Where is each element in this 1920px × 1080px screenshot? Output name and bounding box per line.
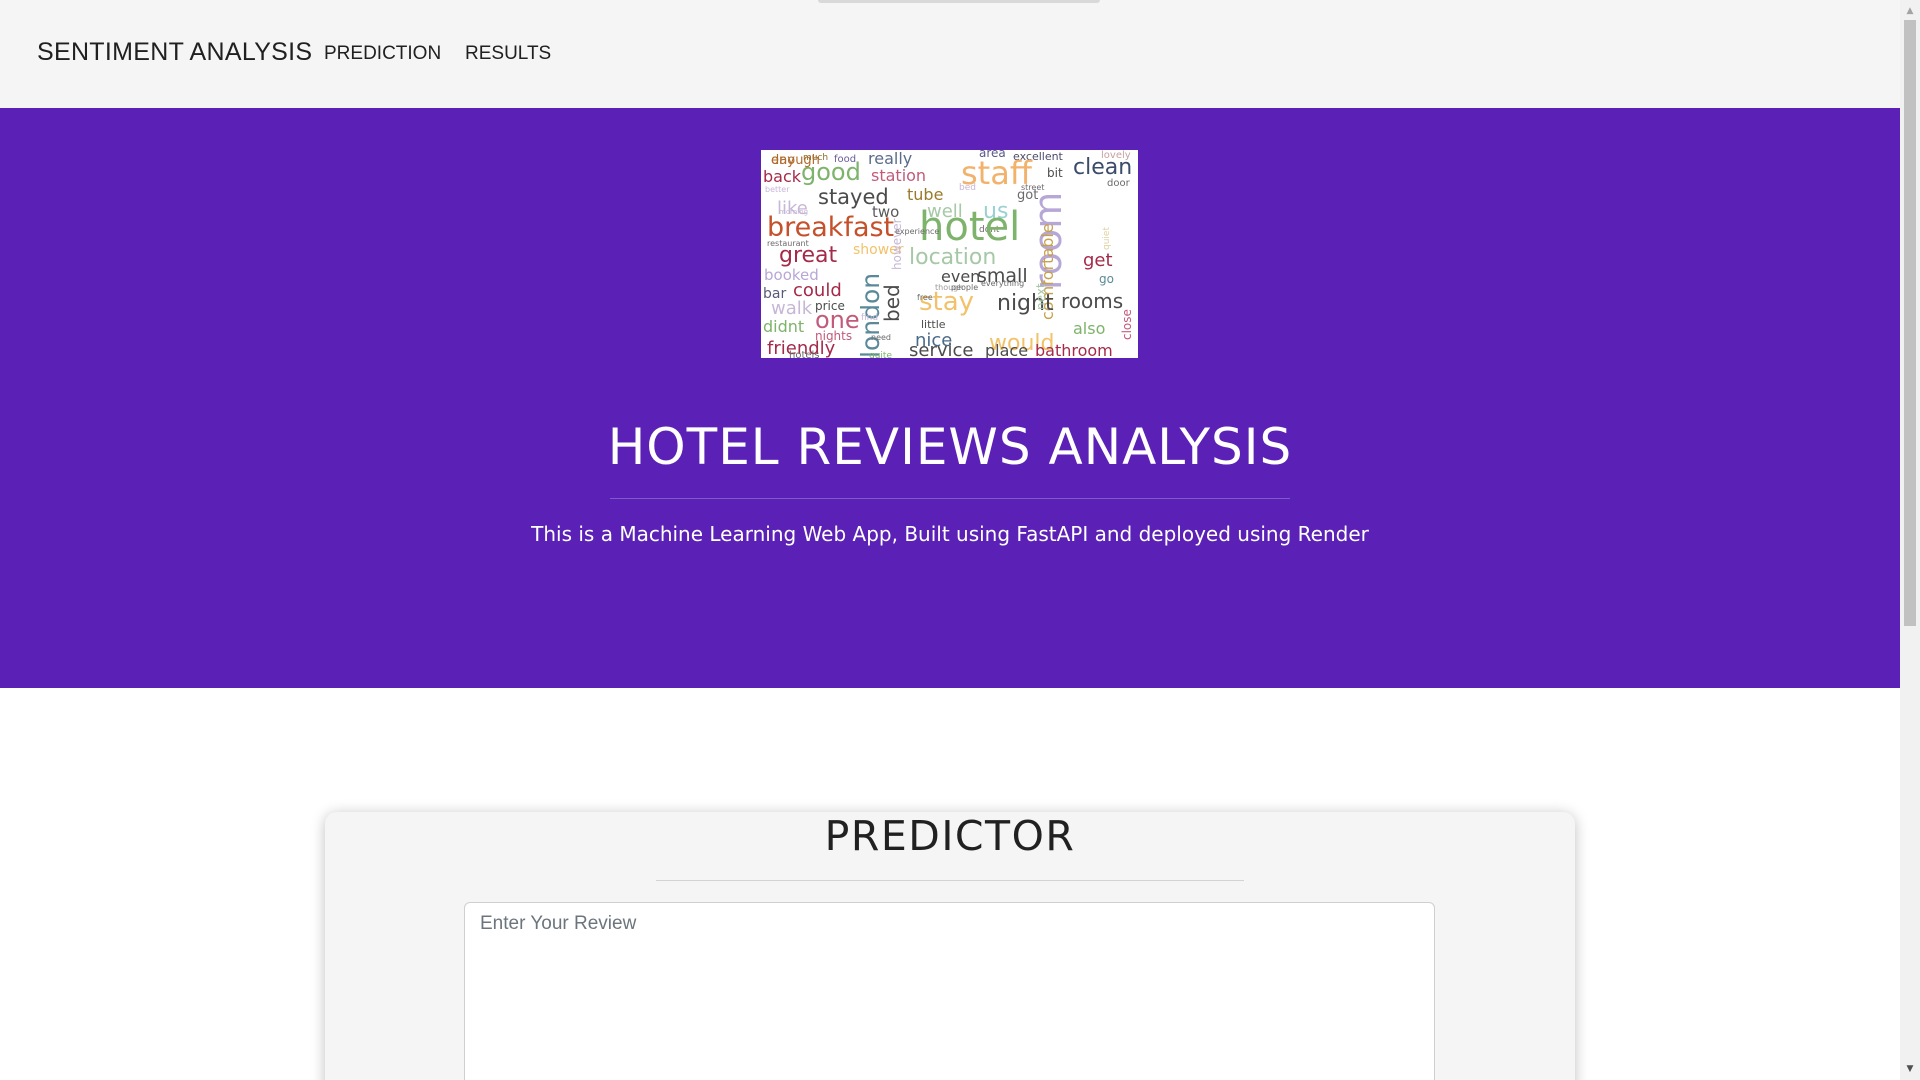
wordcloud-word: quiet: [1102, 227, 1112, 250]
brand-link[interactable]: SENTIMENT ANALYSIS: [37, 38, 312, 67]
wordcloud-word: back: [763, 167, 802, 186]
wordcloud-word: door: [1107, 178, 1131, 189]
hero-section: day much food really area excellent lovely back…: [0, 108, 1900, 688]
wordcloud-word: hotels: [789, 350, 820, 358]
wordcloud-word: bit: [1047, 166, 1063, 180]
predictor-card: PREDICTOR: [325, 812, 1575, 1080]
navbar: SENTIMENT ANALYSIS PREDICTION RESULTS: [0, 0, 1900, 108]
wordcloud-word: station: [871, 166, 926, 185]
scroll-up-arrow-icon[interactable]: ▲: [1900, 4, 1920, 18]
wordcloud-word: better: [765, 185, 790, 194]
wordcloud-word: walk: [771, 298, 813, 319]
scroll-down-arrow-icon[interactable]: ▼: [1900, 1062, 1920, 1076]
wordcloud-word: also: [1073, 319, 1105, 338]
wordcloud-word: place: [985, 341, 1028, 358]
wordcloud-word: enough: [771, 153, 820, 168]
wordcloud-word: bathroom: [1035, 341, 1113, 358]
wordcloud-word: everything: [981, 279, 1024, 288]
wordcloud-word: experience: [895, 227, 939, 236]
review-input[interactable]: [464, 902, 1435, 1080]
wordcloud-word: clean: [1073, 155, 1132, 180]
wordcloud-word: bed: [959, 183, 976, 193]
wordcloud-word: morning: [779, 208, 808, 216]
wordcloud-word: free: [917, 293, 933, 302]
scroll-thumb[interactable]: [1904, 20, 1916, 626]
nav-link-results[interactable]: RESULTS: [465, 43, 551, 65]
wordcloud-word: service: [909, 340, 973, 358]
wordcloud-word: people: [951, 283, 978, 292]
predictor-divider: [656, 880, 1244, 881]
wordcloud-word: close: [1120, 309, 1134, 340]
predictor-title: PREDICTOR: [824, 812, 1076, 860]
wordcloud-word: quite: [869, 351, 892, 358]
wordcloud-word: restaurant: [767, 239, 809, 248]
wordcloud-word: next: [1034, 283, 1048, 310]
wordcloud-word: didnt: [763, 317, 804, 336]
page-scrollbar[interactable]: ▲ ▼: [1900, 0, 1920, 1080]
wordcloud-image: day much food really area excellent lovely back…: [761, 150, 1138, 358]
hero-subtitle: This is a Machine Learning Web App, Buil…: [531, 522, 1369, 546]
wordcloud-word: get: [1083, 250, 1113, 271]
wordcloud-word: need: [871, 333, 891, 342]
top-tab-sliver: [818, 0, 1100, 3]
wordcloud-word: find: [861, 313, 878, 323]
wordcloud-word: street: [1021, 183, 1044, 192]
hero-divider: [610, 498, 1290, 499]
wordcloud-word: go: [1099, 272, 1114, 286]
nav-link-prediction[interactable]: PREDICTION: [324, 43, 441, 65]
hero-title: HOTEL REVIEWS ANALYSIS: [607, 418, 1293, 476]
wordcloud-word: rooms: [1061, 289, 1123, 313]
wordcloud-graphic: day much food really area excellent lovelyback…: [763, 150, 1134, 358]
